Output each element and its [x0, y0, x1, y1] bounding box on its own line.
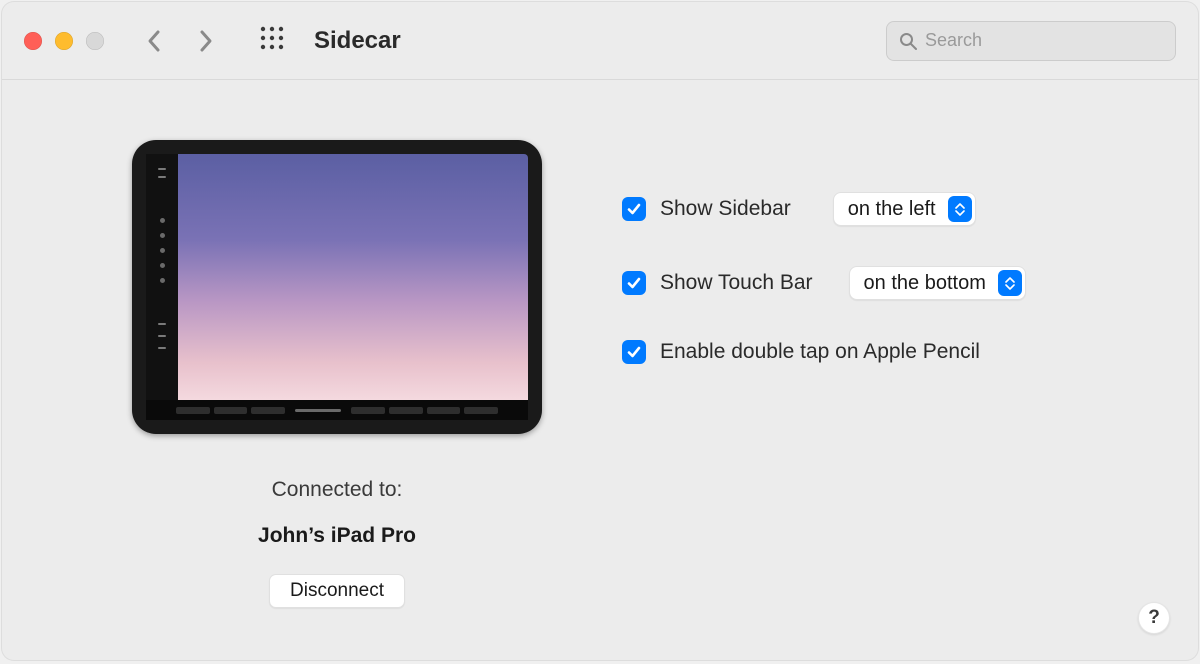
apple-pencil-checkbox[interactable]	[622, 340, 646, 364]
touchbar-position-popup[interactable]: on the bottom	[849, 266, 1026, 300]
connected-to-label: Connected to:	[272, 478, 403, 502]
titlebar: Sidecar	[2, 2, 1198, 80]
preferences-window: Sidecar	[2, 2, 1198, 660]
device-pane: Connected to: John’s iPad Pro Disconnect	[62, 130, 542, 620]
options-pane: Show Sidebar on the left Show Touch Bar	[622, 130, 1026, 620]
ipad-touchbar-preview	[146, 400, 528, 420]
search-field[interactable]	[886, 21, 1176, 61]
apple-pencil-row: Enable double tap on Apple Pencil	[622, 340, 1026, 364]
chevron-updown-icon	[948, 196, 972, 222]
device-name: John’s iPad Pro	[258, 524, 416, 548]
help-button[interactable]: ?	[1138, 602, 1170, 634]
nav-arrows	[146, 27, 214, 55]
zoom-window-button	[86, 32, 104, 50]
show-touchbar-checkbox[interactable]	[622, 271, 646, 295]
search-input[interactable]	[925, 30, 1163, 51]
sidebar-position-value: on the left	[848, 198, 936, 221]
sidebar-position-popup[interactable]: on the left	[833, 192, 976, 226]
back-button[interactable]	[146, 27, 162, 55]
forward-button[interactable]	[198, 27, 214, 55]
show-touchbar-label: Show Touch Bar	[660, 271, 813, 295]
ipad-sidebar-preview	[146, 154, 178, 400]
ipad-preview	[132, 140, 542, 434]
show-sidebar-row: Show Sidebar on the left	[622, 192, 1026, 226]
apple-pencil-label: Enable double tap on Apple Pencil	[660, 340, 980, 364]
close-window-button[interactable]	[24, 32, 42, 50]
search-icon	[899, 32, 917, 50]
show-touchbar-row: Show Touch Bar on the bottom	[622, 266, 1026, 300]
disconnect-button[interactable]: Disconnect	[269, 574, 405, 608]
pane-title: Sidecar	[314, 27, 886, 55]
touchbar-position-value: on the bottom	[864, 272, 986, 295]
chevron-updown-icon	[998, 270, 1022, 296]
ipad-wallpaper	[178, 154, 528, 400]
minimize-window-button[interactable]	[55, 32, 73, 50]
traffic-lights	[24, 32, 104, 50]
show-sidebar-checkbox[interactable]	[622, 197, 646, 221]
show-sidebar-label: Show Sidebar	[660, 197, 791, 221]
show-all-button[interactable]	[260, 26, 284, 55]
content: Connected to: John’s iPad Pro Disconnect…	[2, 80, 1198, 660]
